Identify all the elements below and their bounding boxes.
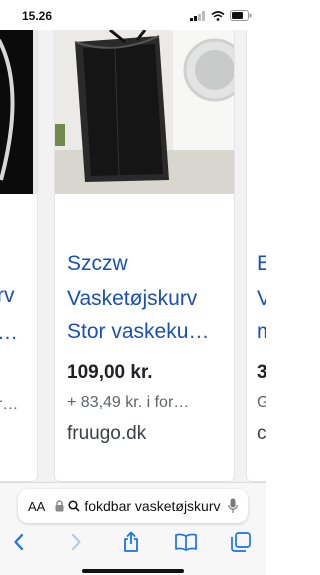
product-title-line-2[interactable]: Vasketøjskurv xyxy=(67,283,197,314)
product-title-line-1[interactable]: Szczw xyxy=(67,248,128,279)
chevron-right-icon xyxy=(71,533,81,551)
home-indicator xyxy=(82,569,184,573)
product-store: fruugo.dk xyxy=(67,423,147,444)
product-title-line-3[interactable]: Stor vaskeku… xyxy=(67,316,209,347)
product-image-left xyxy=(0,30,37,194)
navigation-row xyxy=(0,525,266,559)
share-icon xyxy=(124,531,138,552)
product-image xyxy=(55,30,234,194)
product-card-right[interactable]: E V m 3 G c xyxy=(246,30,266,482)
tabs-icon xyxy=(231,532,251,552)
search-icon xyxy=(68,500,80,512)
signal-icon xyxy=(190,10,205,21)
text-size-button[interactable]: AA xyxy=(28,499,45,514)
bookmarks-button[interactable] xyxy=(171,527,201,557)
status-icons xyxy=(190,10,252,21)
product-title-line: E xyxy=(257,252,266,275)
address-bar[interactable]: AA fokdbar vasketøjskurv xyxy=(18,489,248,523)
product-title-line: m xyxy=(257,320,266,343)
product-title-line: V xyxy=(257,287,266,310)
wifi-icon xyxy=(211,10,225,21)
status-bar: 15.26 xyxy=(0,0,266,30)
lock-icon xyxy=(55,500,64,512)
browser-toolbar: AA fokdbar vasketøjskurv xyxy=(0,482,266,575)
product-shipping: G xyxy=(257,394,266,411)
product-image-right xyxy=(247,30,266,194)
product-title-line: … xyxy=(0,317,18,348)
product-card-szczw[interactable]: Szczw Vasketøjskurv Stor vaskeku… 109,00… xyxy=(54,30,235,482)
tabs-button[interactable] xyxy=(226,527,256,557)
chevron-left-icon xyxy=(14,533,24,551)
battery-icon xyxy=(230,10,252,21)
back-button[interactable] xyxy=(4,527,34,557)
status-time: 15.26 xyxy=(22,9,53,23)
product-card-left[interactable]: rv … r… xyxy=(0,30,38,482)
product-shipping: + 83,49 kr. i for… xyxy=(67,394,190,411)
product-title-line: rv xyxy=(0,284,15,307)
shopping-carousel: rv … r… Szczw Vasketøjskurv Stor vaske xyxy=(0,30,266,482)
product-store: c xyxy=(257,423,266,444)
product-price: 3 xyxy=(257,362,266,383)
url-text[interactable]: fokdbar vasketøjskurv xyxy=(84,498,222,514)
microphone-icon[interactable] xyxy=(228,498,238,514)
product-price: 109,00 kr. xyxy=(67,362,153,383)
product-shipping: r… xyxy=(0,396,19,413)
forward-button[interactable] xyxy=(61,527,91,557)
share-button[interactable] xyxy=(116,527,146,557)
book-icon xyxy=(175,533,197,551)
